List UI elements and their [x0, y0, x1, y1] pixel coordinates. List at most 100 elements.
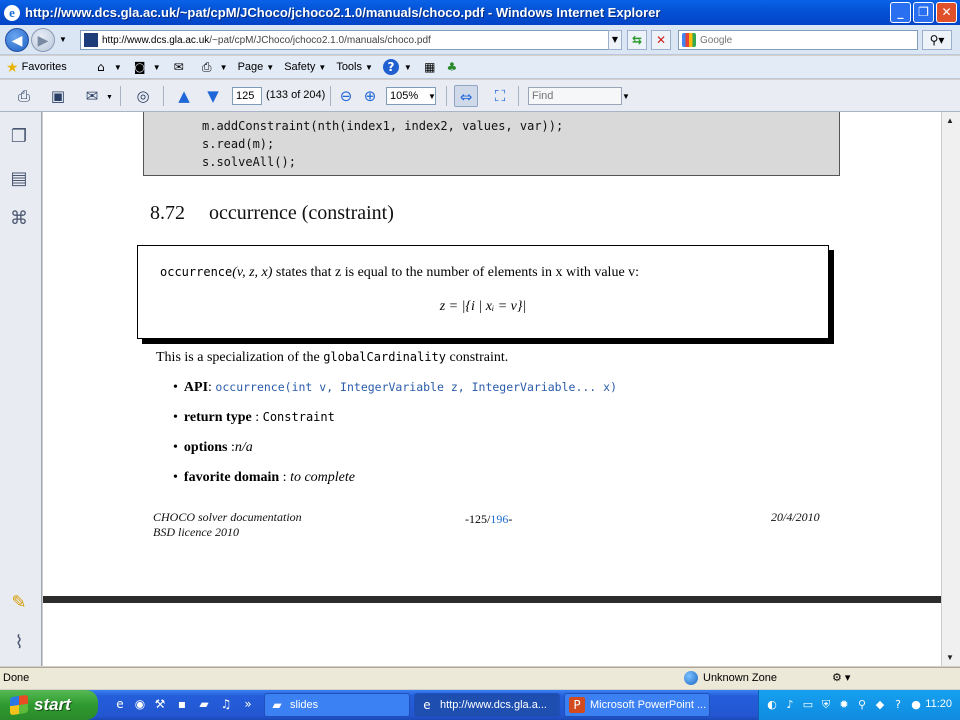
footer-page-end: - — [508, 512, 513, 526]
refresh-button[interactable]: ⇆ — [627, 30, 647, 50]
messenger-icon: ♣ — [446, 60, 458, 74]
forward-button[interactable]: ▶ — [31, 28, 55, 52]
search-input[interactable] — [700, 34, 900, 46]
separator — [120, 86, 121, 106]
tray-security-icon[interactable]: ⛨ — [819, 698, 833, 712]
fit-page-button[interactable]: ⛶ — [488, 85, 512, 107]
tray-update-icon[interactable]: ✹ — [837, 698, 851, 712]
tray-search-icon[interactable]: ⚲ — [855, 698, 869, 712]
page-number-input[interactable]: 125 — [232, 87, 262, 105]
site-favicon-icon — [84, 33, 98, 47]
footer-page-total-link[interactable]: 196 — [490, 512, 508, 526]
window-title: http://www.dcs.gla.ac.uk/~pat/cpM/JChoco… — [25, 5, 661, 20]
address-bar[interactable]: http://www.dcs.gla.ac.uk/~pat/cpM/JChoco… — [80, 30, 622, 50]
zoom-in-button[interactable]: ⊕ — [358, 85, 382, 107]
options-value: n/a — [234, 440, 253, 455]
minimize-button[interactable]: _ — [890, 2, 911, 23]
comments-icon[interactable]: ✎ — [8, 592, 30, 616]
title-bar: e http://www.dcs.gla.ac.uk/~pat/cpM/JCho… — [0, 0, 960, 25]
start-button[interactable]: start — [0, 690, 98, 720]
clock[interactable]: 11:20 — [925, 698, 952, 710]
definition-function: occurrence — [160, 265, 233, 279]
back-button[interactable]: ◀ — [5, 28, 29, 52]
address-url[interactable]: http://www.dcs.gla.ac.uk/~pat/cpM/JChoco… — [102, 35, 431, 46]
collaborate-button[interactable]: ◎ — [131, 85, 155, 107]
task-label: http://www.dcs.gla.a... — [440, 699, 547, 711]
safety-menu[interactable]: Safety ▼ — [284, 61, 326, 73]
url-path: /~pat/cpM/JChoco/jchoco2.1.0/manuals/cho… — [209, 34, 431, 46]
page-separator — [43, 596, 941, 603]
research-button[interactable]: ▦ — [422, 59, 440, 75]
separator — [330, 86, 331, 106]
home-button[interactable]: ⌂ ▼ — [93, 59, 122, 75]
print-pdf-button[interactable]: ⎙ — [12, 85, 36, 107]
bullet-options: • options :n/a — [173, 440, 253, 455]
start-label: start — [34, 695, 71, 714]
protected-mode-icon[interactable]: ⚙ ▾ — [832, 671, 850, 684]
zoom-chevron-down-icon[interactable]: ▼ — [428, 92, 436, 101]
star-icon: ★ — [6, 58, 19, 75]
taskbar-item-powerpoint[interactable]: P Microsoft PowerPoint ... — [564, 693, 710, 717]
tray-app-icon[interactable]: ● — [909, 698, 923, 712]
zoom-out-button[interactable]: ⊖ — [334, 85, 358, 107]
favorites-button[interactable]: ★ Favorites — [6, 59, 67, 76]
email-chevron-down-icon[interactable]: ▼ — [106, 94, 113, 101]
search-box[interactable] — [678, 30, 918, 50]
scroll-up-arrow-icon[interactable]: ▲ — [946, 116, 954, 125]
bookmarks-icon[interactable]: ▤ — [8, 168, 30, 192]
browser-quicklaunch-icon[interactable]: ◉ — [132, 697, 148, 713]
globe-icon — [684, 671, 698, 685]
api-signature: occurrence(int v, IntegerVariable z, Int… — [215, 380, 617, 394]
tools-menu[interactable]: Tools ▼ — [336, 61, 373, 73]
section-number: 8.72 — [150, 202, 185, 224]
media-quicklaunch-icon[interactable]: ♫ — [218, 697, 234, 713]
email-button[interactable]: ✉ — [80, 85, 104, 107]
next-page-button[interactable]: ▼ — [201, 85, 225, 107]
scroll-down-arrow-icon[interactable]: ▼ — [946, 653, 954, 662]
pages-icon[interactable]: ❐ — [8, 126, 30, 150]
vertical-scrollbar[interactable]: ▲ ▼ — [941, 112, 960, 666]
stop-button[interactable]: ✕ — [651, 30, 671, 50]
print-button[interactable]: ⎙ ▼ — [199, 59, 228, 75]
feeds-button[interactable]: ◙ ▼ — [132, 59, 161, 75]
command-prompt-quicklaunch-icon[interactable]: ▪ — [174, 697, 190, 713]
messenger-button[interactable]: ♣ — [444, 59, 462, 75]
footer-doc-name: CHOCO solver documentation — [153, 510, 302, 524]
address-dropdown-chevron-down-icon[interactable]: ▼ — [608, 30, 622, 50]
find-chevron-down-icon[interactable]: ▼ — [622, 92, 630, 101]
search-button[interactable]: ⚲▾ — [922, 30, 952, 50]
ie-quicklaunch-icon[interactable]: e — [112, 697, 128, 713]
close-button[interactable]: ✕ — [936, 2, 957, 23]
tray-monitor-icon[interactable]: ▭ — [801, 698, 815, 712]
separator — [518, 86, 519, 106]
security-zone[interactable]: Unknown Zone — [684, 671, 777, 685]
fit-width-button[interactable]: ⇔ — [454, 85, 478, 107]
tray-volume-icon[interactable]: ♪ — [783, 698, 797, 712]
tray-network-icon[interactable]: ◐ — [765, 698, 779, 712]
mail-icon: ✉ — [173, 60, 184, 74]
tray-help-icon[interactable]: ? — [891, 698, 905, 712]
attachments-paperclip-icon[interactable]: ⌇ — [8, 632, 30, 656]
taskbar-item-slides[interactable]: ▰ slides — [264, 693, 410, 717]
folder-quicklaunch-icon[interactable]: ▰ — [196, 697, 212, 713]
previous-page-button[interactable]: ▲ — [172, 85, 196, 107]
task-label: slides — [290, 699, 319, 711]
search-binoculars-icon[interactable]: ⌘ — [8, 208, 30, 232]
save-button[interactable]: ▣ — [46, 85, 70, 107]
tool-quicklaunch-icon[interactable]: ⚒ — [152, 697, 168, 713]
page-menu[interactable]: Page ▼ — [238, 61, 275, 73]
maximize-button[interactable]: ❐ — [913, 2, 934, 23]
mail-button[interactable]: ✉ — [171, 59, 189, 75]
taskbar-item-ie[interactable]: e http://www.dcs.gla.a... — [414, 693, 560, 717]
page-menu-label: Page — [237, 61, 264, 73]
footer-left: CHOCO solver documentation BSD licence 2… — [153, 510, 302, 540]
help-button[interactable]: ? ▼ — [382, 59, 412, 75]
expand-quicklaunch-icon[interactable]: » — [240, 697, 256, 713]
find-input[interactable] — [528, 87, 622, 105]
intro-paragraph: This is a specialization of the globalCa… — [156, 350, 508, 366]
powerpoint-icon: P — [569, 697, 585, 713]
system-tray: ◐ ♪ ▭ ⛨ ✹ ⚲ ◆ ? ● 11:20 — [758, 690, 960, 720]
tray-antivirus-icon[interactable]: ◆ — [873, 698, 887, 712]
recent-pages-chevron-down-icon[interactable]: ▼ — [59, 35, 67, 44]
definition-args: (v, z, x) — [232, 265, 273, 280]
